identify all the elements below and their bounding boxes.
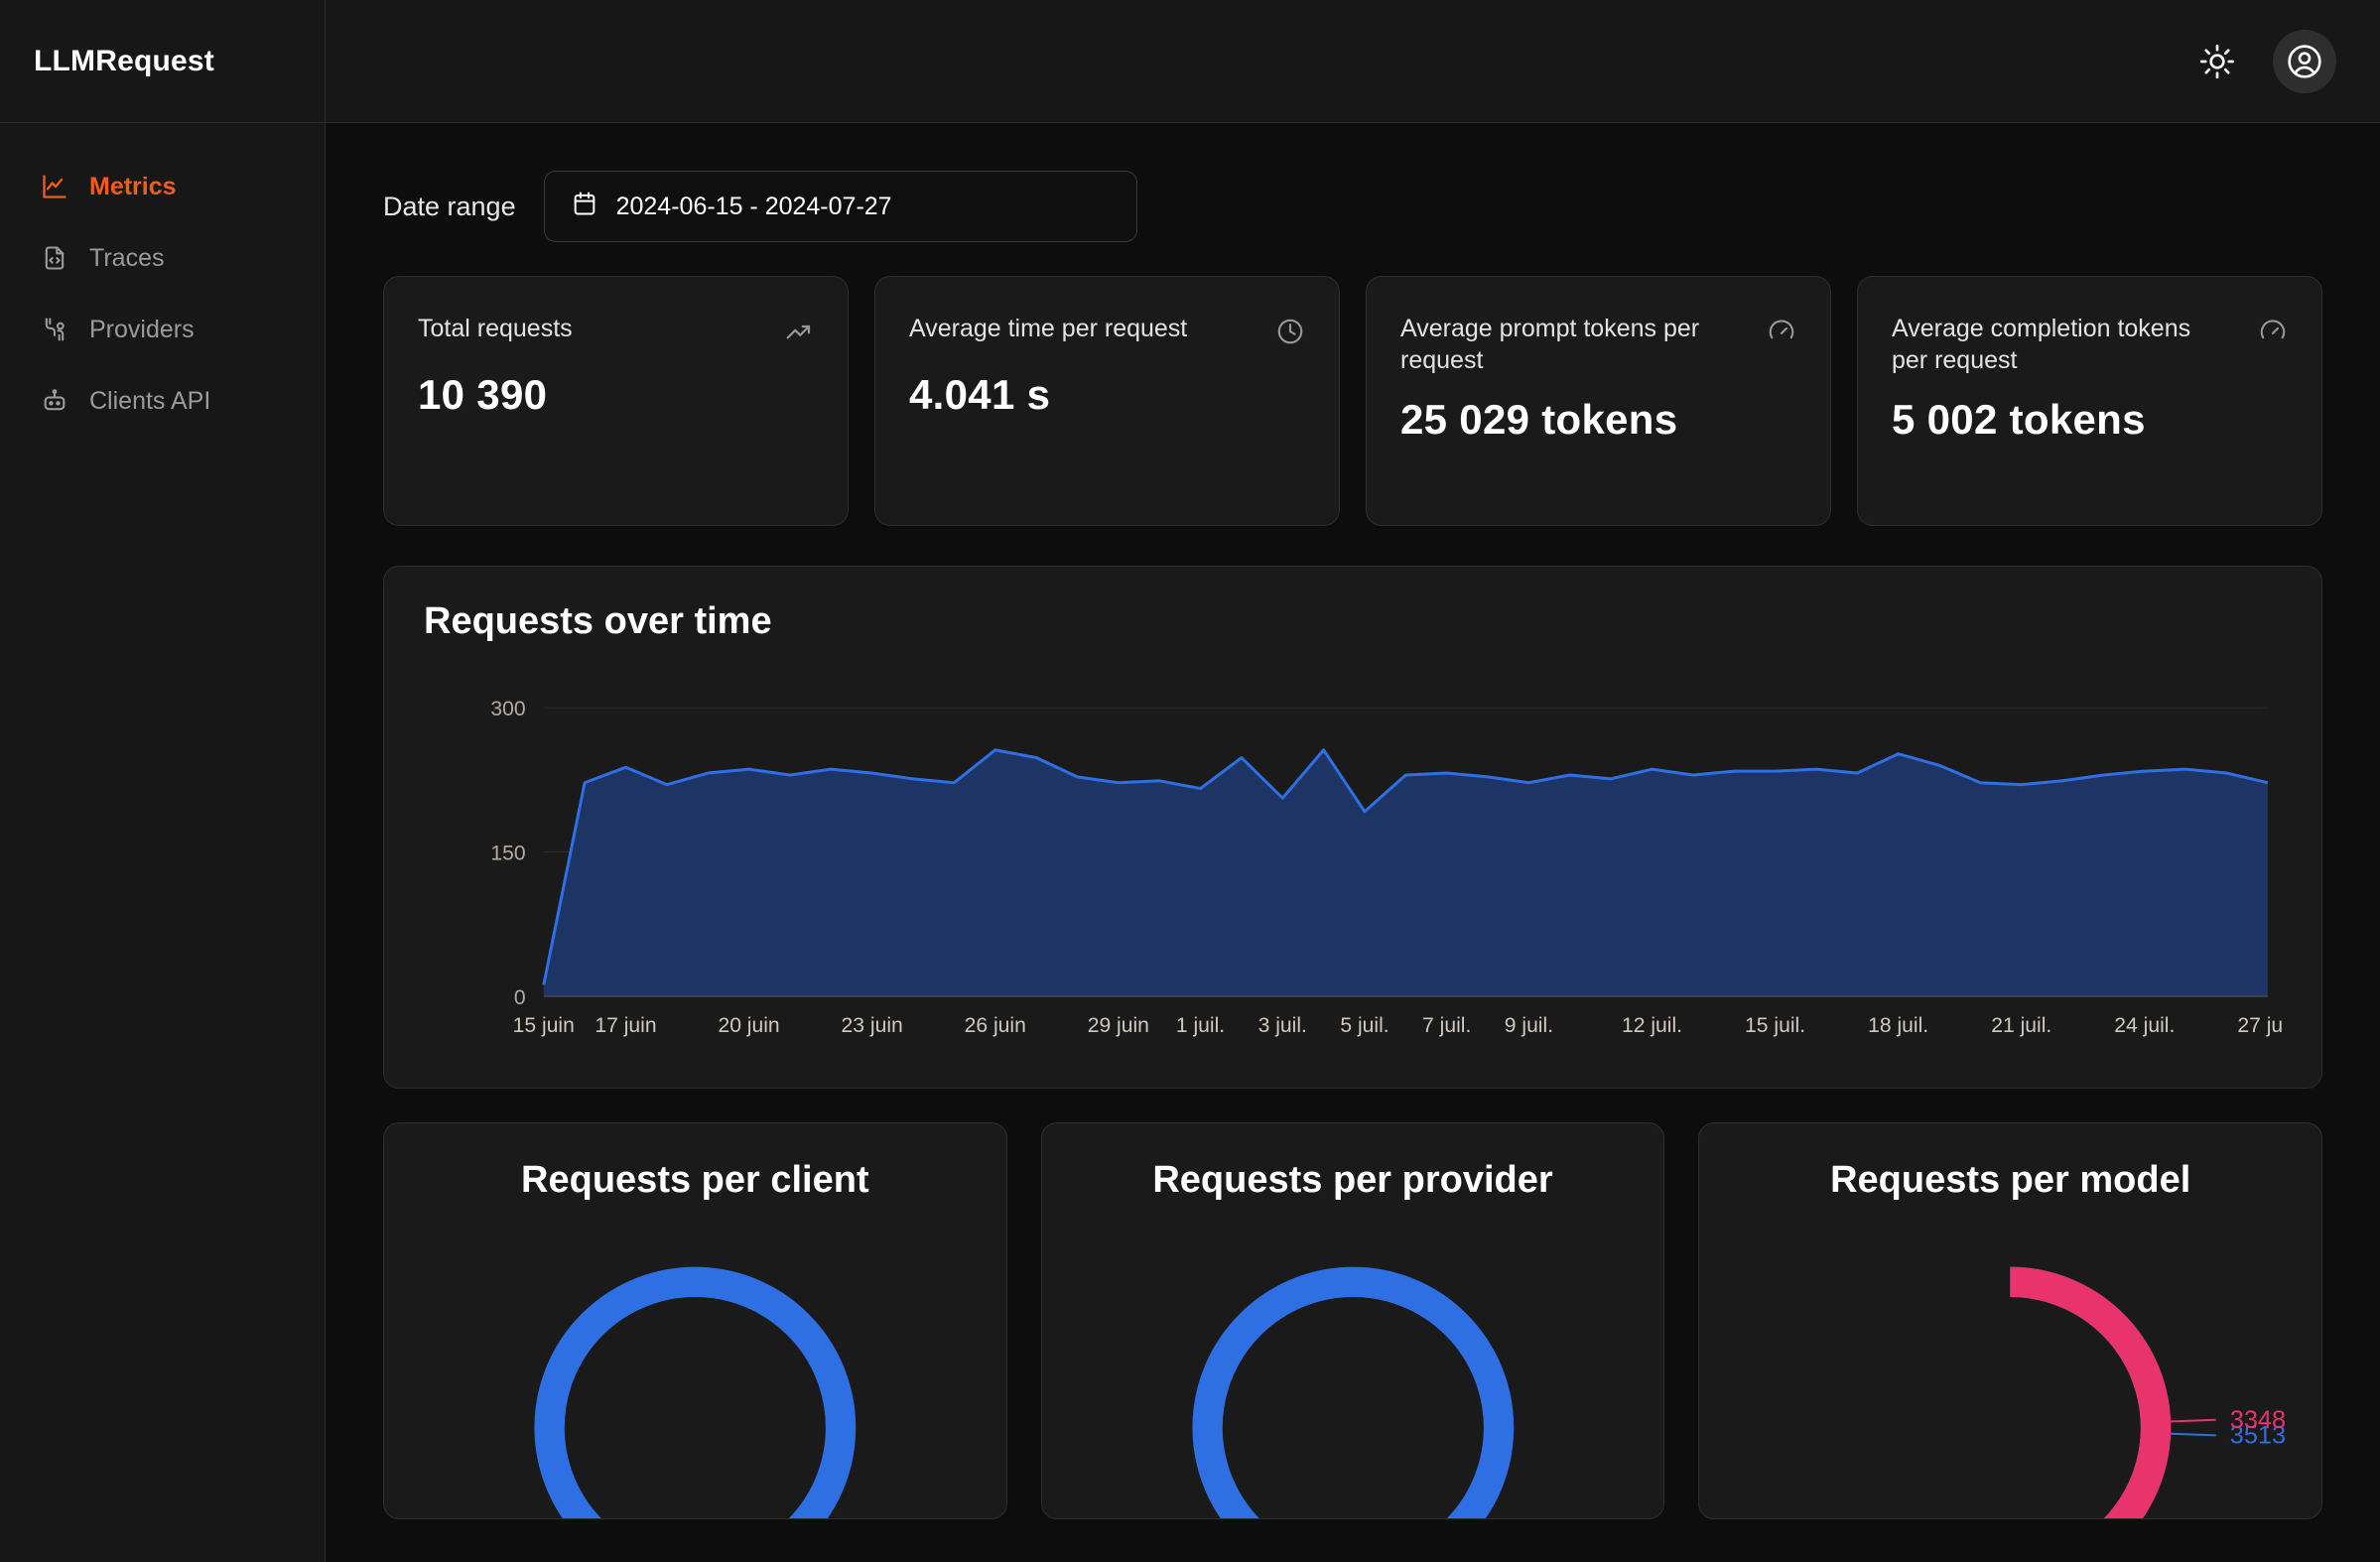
user-circle-icon[interactable] [2273,29,2336,93]
sidebar-item-traces[interactable]: Traces [0,222,325,294]
svg-text:20 juin: 20 juin [718,1014,779,1037]
sidebar-item-providers[interactable]: Providers [0,294,325,365]
sidebar-nav: Metrics Traces Providers Clients API [0,123,325,437]
svg-text:7 juil.: 7 juil. [1422,1014,1471,1037]
sidebar-item-label: Clients API [89,386,211,415]
kpi-header: Average completion tokens per request [1892,313,2288,376]
svg-text:29 juin: 29 juin [1088,1014,1149,1037]
clock-icon [1275,313,1305,351]
file-code-icon [40,243,69,273]
svg-text:12 juil.: 12 juil. [1622,1014,1682,1037]
svg-text:17 juin: 17 juin [595,1014,656,1037]
svg-text:27 juil.: 27 juil. [2237,1014,2282,1037]
svg-text:9 juil.: 9 juil. [1505,1014,1553,1037]
svg-text:15 juil.: 15 juil. [1745,1014,1805,1037]
sun-icon[interactable] [2195,40,2239,83]
panel-title: Requests per client [521,1159,869,1201]
date-range-value: 2024-06-15 - 2024-07-27 [615,192,892,220]
kpi-header: Average time per request [909,313,1305,351]
sidebar-item-label: Traces [89,243,165,272]
svg-text:1 juil.: 1 juil. [1176,1014,1225,1037]
kpi-card-total-requests: Total requests 10 390 [383,276,849,526]
svg-text:23 juin: 23 juin [842,1014,903,1037]
requests-over-time-panel: Requests over time 0 150 300 15 juin 17 juin… [383,566,2322,1089]
plug-icon [40,315,69,344]
robot-icon [40,386,69,416]
svg-text:18 juil.: 18 juil. [1868,1014,1928,1037]
donut-chart-client[interactable]: 10390 [414,1212,977,1518]
gauge-icon [2258,313,2288,351]
kpi-value: 10 390 [418,371,548,418]
svg-text:3 juil.: 3 juil. [1258,1014,1307,1037]
sidebar-item-label: Metrics [89,172,177,200]
trending-up-icon [784,313,814,351]
svg-text:15 juin: 15 juin [513,1014,575,1037]
kpi-cards: Total requests 10 390 Average time per r… [383,276,2322,526]
kpi-title: Total requests [418,315,573,342]
donut-chart-provider[interactable]: 10390 [1072,1212,1635,1518]
kpi-card-avg-completion-tokens: Average completion tokens per request 5 … [1857,276,2322,526]
svg-text:0: 0 [514,986,526,1009]
sidebar-item-metrics[interactable]: Metrics [0,151,325,222]
date-range-input[interactable]: 2024-06-15 - 2024-07-27 [543,171,1137,242]
gauge-icon [1767,313,1796,351]
kpi-header: Total requests [418,313,814,351]
panel-title: Requests per provider [1152,1159,1553,1201]
svg-text:26 juin: 26 juin [965,1014,1026,1037]
kpi-value: 5 002 tokens [1892,396,2146,443]
sidebar-item-clients-api[interactable]: Clients API [0,365,325,437]
svg-text:24 juil.: 24 juil. [2114,1014,2175,1037]
chart-line-icon [40,172,69,201]
donut-chart-model[interactable]: 3513 3348 [1729,1212,2292,1518]
svg-text:21 juil.: 21 juil. [1991,1014,2051,1037]
content-area: Date range 2024-06-15 - 2024-07-27 Total… [326,0,2380,1562]
date-range-label: Date range [383,191,516,221]
date-range-row: Date range 2024-06-15 - 2024-07-27 [383,171,2322,242]
sidebar-item-label: Providers [89,315,195,343]
donut-card-requests-per-client: Requests per client 10390 [383,1122,1007,1519]
panel-title: Requests per model [1830,1159,2191,1201]
area-chart[interactable]: 0 150 300 15 juin 17 juin 20 juin 23 juin 26 ju… [424,661,2282,1058]
svg-text:5 juil.: 5 juil. [1340,1014,1388,1037]
kpi-value: 4.041 s [909,371,1051,418]
kpi-card-average-time: Average time per request 4.041 s [874,276,1340,526]
svg-text:300: 300 [490,698,525,720]
kpi-title: Average completion tokens per request [1892,315,2191,374]
app-root: LLMRequest Metrics Traces Providers Clie… [0,0,2380,1562]
dashboard-main: Date range 2024-06-15 - 2024-07-27 Total… [326,123,2380,1562]
kpi-title: Average time per request [909,315,1188,342]
svg-text:150: 150 [490,843,525,865]
kpi-value: 25 029 tokens [1400,396,1678,443]
kpi-card-avg-prompt-tokens: Average prompt tokens per request 25 029… [1366,276,1831,526]
topbar [326,0,2380,123]
sidebar: LLMRequest Metrics Traces Providers Clie… [0,0,326,1562]
svg-text:3348: 3348 [2230,1406,2286,1434]
donut-card-requests-per-provider: Requests per provider 10390 [1040,1122,1665,1519]
kpi-header: Average prompt tokens per request [1400,313,1796,376]
app-brand: LLMRequest [0,0,325,123]
panel-title: Requests over time [424,600,772,642]
donut-row: Requests per client 10390 Requests per p… [383,1122,2323,1519]
kpi-title: Average prompt tokens per request [1400,315,1700,374]
calendar-icon [571,190,598,224]
donut-card-requests-per-model: Requests per model 3513 3348 [1698,1122,2323,1519]
